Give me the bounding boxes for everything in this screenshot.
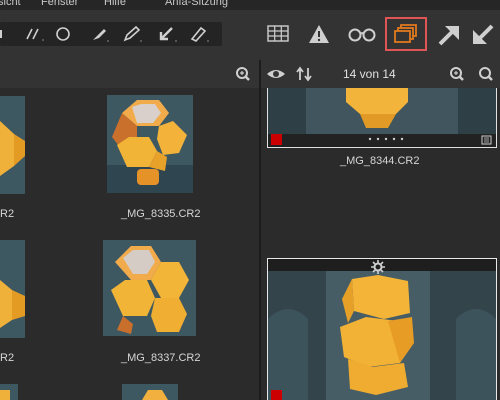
arrow-tool-icon[interactable] bbox=[152, 22, 182, 46]
session-title: Anfa-Sitzung bbox=[165, 0, 228, 8]
filmstrip-caption: _MG_8344.CR2 bbox=[340, 155, 420, 167]
image-counter: 14 von 14 bbox=[343, 67, 396, 81]
eraser-tool-icon[interactable] bbox=[184, 22, 214, 46]
lasso-tool-icon[interactable] bbox=[0, 22, 22, 46]
thumbnail-image[interactable] bbox=[0, 96, 25, 194]
filmstrip-header: 14 von 14 bbox=[261, 60, 500, 88]
thumbnail-caption: R2 bbox=[0, 208, 15, 220]
menu-window[interactable]: Fenster bbox=[41, 0, 78, 8]
zoom-icon[interactable] bbox=[235, 66, 251, 82]
drawing-tool-group bbox=[0, 22, 222, 46]
stack-icon[interactable] bbox=[385, 17, 427, 51]
sort-icon[interactable] bbox=[296, 66, 312, 82]
browser-header bbox=[0, 60, 259, 88]
grid-view-icon[interactable] bbox=[260, 18, 296, 50]
menu-help[interactable]: Hilfe bbox=[104, 0, 126, 8]
arrow-up-right-icon[interactable] bbox=[431, 18, 467, 50]
filmstrip: _MG_8344.CR2 bbox=[261, 88, 500, 400]
thumbnail-image[interactable] bbox=[122, 384, 178, 400]
filmstrip-item[interactable] bbox=[267, 88, 497, 148]
browser-grid: R2 _MG_8335.CR2 R2 _MG_8337.CR2 bbox=[0, 88, 259, 400]
filmstrip-item-selected[interactable] bbox=[267, 258, 497, 400]
eye-icon[interactable] bbox=[266, 66, 286, 82]
thumbnail-image[interactable] bbox=[103, 240, 196, 336]
toolbar bbox=[0, 10, 500, 60]
ellipse-tool-icon[interactable] bbox=[50, 22, 80, 46]
warning-icon[interactable] bbox=[301, 18, 337, 50]
arrow-down-left-icon[interactable] bbox=[464, 18, 500, 50]
menu-bar: sicht Fenster Hilfe Anfa-Sitzung bbox=[0, 0, 500, 10]
menu-view[interactable]: sicht bbox=[0, 0, 21, 8]
zoom-in-icon[interactable] bbox=[449, 66, 465, 82]
thumbnail-caption: _MG_8335.CR2 bbox=[121, 208, 201, 220]
thumbnail-caption: _MG_8337.CR2 bbox=[121, 352, 201, 364]
thumbnail-image[interactable] bbox=[107, 95, 193, 193]
thumbnail-image[interactable] bbox=[0, 240, 25, 338]
glasses-icon[interactable] bbox=[344, 18, 380, 50]
thumbnail-image[interactable] bbox=[0, 384, 18, 400]
line-tool-icon[interactable] bbox=[20, 22, 50, 46]
thumbnail-caption: R2 bbox=[0, 352, 15, 364]
search-icon[interactable] bbox=[478, 66, 494, 82]
brush-tool-icon[interactable] bbox=[85, 22, 115, 46]
pen-tool-icon[interactable] bbox=[118, 22, 148, 46]
